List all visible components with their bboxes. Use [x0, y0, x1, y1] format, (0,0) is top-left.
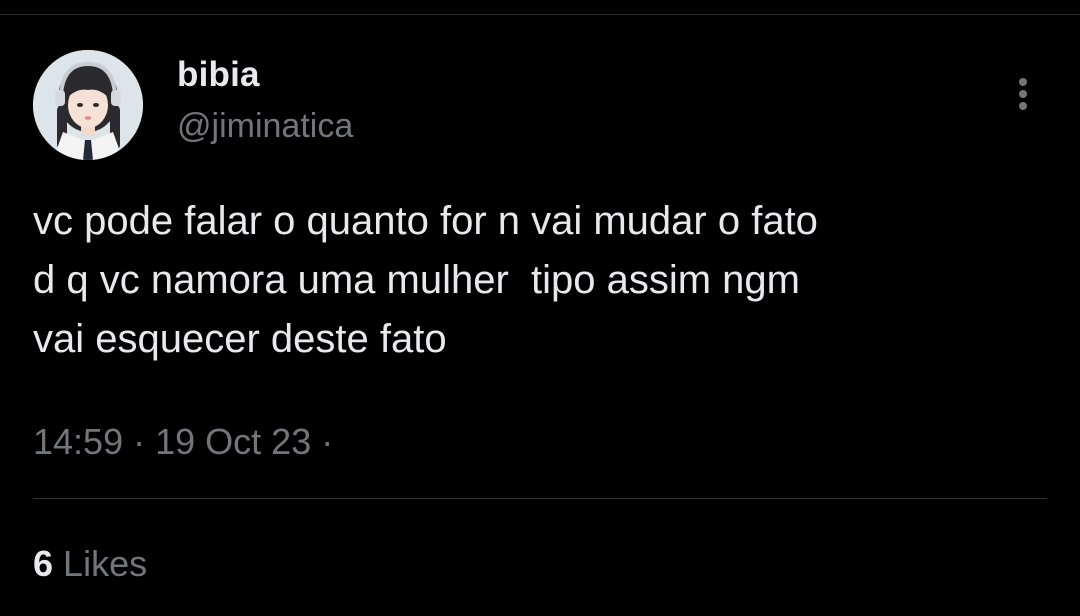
likes-label: Likes [63, 543, 148, 584]
meta-separator: · [133, 421, 146, 462]
meta-trailing-separator: · [321, 421, 334, 462]
tweet-meta: 14:59 · 19 Oct 23 · [33, 421, 333, 463]
author-handle[interactable]: @jiminatica [177, 107, 353, 146]
top-divider [0, 14, 1080, 15]
likes-count: 6 [33, 543, 54, 584]
avatar-image [33, 50, 143, 160]
tweet-time[interactable]: 14:59 [33, 421, 123, 462]
avatar[interactable] [33, 50, 143, 160]
tweet-date[interactable]: 19 Oct 23 [155, 421, 311, 462]
likes-link[interactable]: 6 Likes [33, 543, 147, 585]
more-options-button[interactable] [1010, 72, 1038, 116]
author-display-name[interactable]: bibia [177, 55, 260, 95]
engagement-divider [33, 498, 1047, 499]
tweet-text: vc pode falar o quanto for n vai mudar o… [33, 199, 818, 361]
